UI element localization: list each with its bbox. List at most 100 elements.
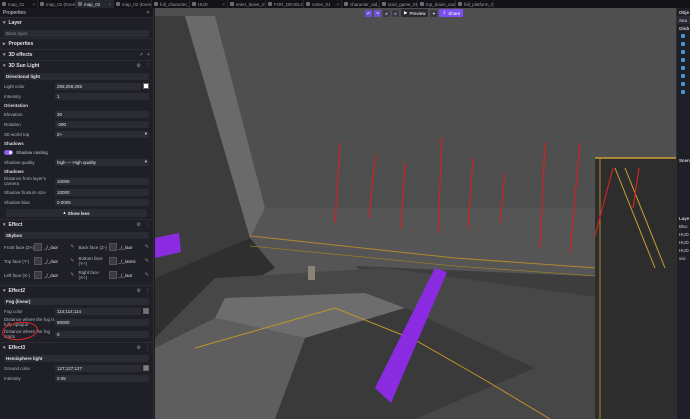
object-list-item[interactable]	[677, 48, 690, 56]
more-icon[interactable]: ⋮	[145, 345, 150, 351]
properties-section-header[interactable]: ▸ Properties	[0, 38, 153, 49]
zoom-icon[interactable]: ⌕	[392, 9, 399, 17]
object-list-item[interactable]	[677, 40, 690, 48]
scene-tab[interactable]: map_01 ×	[0, 0, 38, 8]
layer-list-item[interactable]: HUD	[677, 238, 690, 246]
fog-color-swatch[interactable]	[143, 308, 149, 314]
distance-camera-input[interactable]: 10000	[55, 177, 149, 185]
object-list-item[interactable]	[677, 32, 690, 40]
external-link-icon[interactable]: ↗	[139, 52, 143, 58]
edit-icon[interactable]: ✎	[70, 244, 74, 250]
layer-section-header[interactable]: ▾ Layer	[0, 17, 153, 28]
hemisphere-type-select[interactable]: Hemisphere light	[4, 354, 149, 362]
texture-thumbnail[interactable]	[34, 243, 42, 251]
redo-icon[interactable]: ↷	[374, 9, 381, 17]
rotation-input[interactable]: -290	[55, 120, 149, 128]
bias-input[interactable]: 0.0005	[55, 198, 149, 206]
light-color-swatch[interactable]	[143, 83, 149, 89]
texture-thumbnail[interactable]	[108, 271, 117, 279]
fog-color-row: Fog color 114;114;114	[0, 306, 153, 316]
world-top-select[interactable]: Z+ ▾	[55, 130, 149, 138]
grid-icon[interactable]: #	[383, 9, 390, 17]
elevation-label: Elevation	[4, 111, 23, 117]
show-less-button[interactable]: ▴ Show less	[6, 209, 147, 217]
close-tab-icon[interactable]: ×	[107, 2, 111, 7]
object-list-item[interactable]	[677, 72, 690, 80]
scene-tab[interactable]: map_01 (Events)×	[38, 0, 76, 8]
scene-tab[interactable]: notes_01 ×	[304, 0, 342, 8]
edit-icon[interactable]: ✎	[145, 258, 149, 264]
ground-color-input[interactable]: 127;127;127	[55, 364, 141, 372]
settings-icon[interactable]: ⚙	[137, 222, 141, 228]
texture-thumbnail[interactable]	[34, 271, 42, 279]
texture-thumbnail[interactable]	[34, 257, 42, 265]
scene-tab[interactable]: fall_platform_01×	[456, 0, 494, 8]
frustum-input[interactable]: 10000	[55, 188, 149, 196]
preview-button[interactable]: ▶ Preview	[401, 9, 429, 17]
settings-icon[interactable]: ⚙	[137, 63, 141, 69]
elevation-input[interactable]: 30	[55, 110, 149, 118]
objects-search-input[interactable]: Sea	[677, 16, 690, 24]
close-tab-icon[interactable]: ×	[221, 2, 225, 7]
fog-effect-header[interactable]: ▾ Effect2 ⚙ ⋮	[0, 285, 153, 296]
light-type-select[interactable]: Directional light	[4, 72, 149, 80]
fog-color-input[interactable]: 114;114;114	[55, 307, 141, 315]
layer-list-item[interactable]: HUD	[677, 246, 690, 254]
skybox-face-label: Left face (X-)	[4, 272, 31, 278]
settings-icon[interactable]: ⚙	[137, 288, 141, 294]
add-icon[interactable]: +	[147, 52, 150, 58]
object-list-item[interactable]	[677, 88, 690, 96]
more-icon[interactable]: ⋮	[145, 288, 150, 294]
layer-list-item[interactable]: Bloc	[677, 222, 690, 230]
fog-type-select[interactable]: Fog (linear)	[4, 297, 149, 305]
undo-icon[interactable]: ↶	[365, 9, 372, 17]
fog-opaque-input[interactable]: 90000	[55, 318, 149, 326]
scene-tab[interactable]: character_aid_...×	[342, 0, 380, 8]
object-list-item[interactable]	[677, 64, 690, 72]
object-list-item[interactable]	[677, 56, 690, 64]
sun-light-effect-header[interactable]: ▾ 3D Sun Light ⚙ ⋮	[0, 60, 153, 71]
debug-icon[interactable]: ✦	[430, 9, 438, 17]
close-tab-icon[interactable]: ×	[31, 2, 35, 7]
scene-tab[interactable]: map_02 ×	[76, 0, 114, 8]
scene-tab[interactable]: map_02 (Events)×	[114, 0, 152, 8]
settings-icon[interactable]: ⚙	[137, 345, 141, 351]
more-icon[interactable]: ⋮	[145, 222, 150, 228]
scene-icon	[78, 2, 82, 6]
fog-starts-input[interactable]: 0	[55, 330, 149, 338]
edit-icon[interactable]: ✎	[145, 244, 149, 250]
light-color-input[interactable]: 255;255;255	[55, 82, 141, 90]
scene-tab[interactable]: full_character_...×	[152, 0, 190, 8]
scene-tab[interactable]: start_game_01×	[380, 0, 418, 8]
fog-starts-row: Distance where the fog starts 0	[0, 328, 153, 340]
scene-tab[interactable]: top_down_cam...×	[418, 0, 456, 8]
shadow-casting-row: Shadow casting	[0, 147, 153, 157]
close-tab-icon[interactable]: ×	[335, 2, 339, 7]
intensity-input[interactable]: 1	[55, 92, 149, 100]
skybox-effect-header[interactable]: ▾ Effect ⚙ ⋮	[0, 219, 153, 230]
layer-name-input[interactable]: Base layer	[4, 29, 149, 37]
share-button[interactable]: ⇪ Share	[439, 9, 464, 17]
object-list-item[interactable]	[677, 80, 690, 88]
objects-panel: Obje Sea Glob Scen Laye Bloc HUD HUD HUD vis…	[676, 8, 690, 419]
ground-color-swatch[interactable]	[143, 365, 149, 371]
texture-thumbnail[interactable]	[108, 257, 117, 265]
edit-icon[interactable]: ✎	[70, 258, 74, 264]
hemi-intensity-input[interactable]: 0.05	[55, 374, 149, 382]
scene-tab[interactable]: FOR_DEVELOPER×	[266, 0, 304, 8]
hemisphere-effect-header[interactable]: ▾ Effect3 ⚙ ⋮	[0, 342, 153, 353]
more-icon[interactable]: ⋮	[145, 63, 150, 69]
scene-viewport[interactable]: ↶ ↷ # ⌕ ▶ Preview ✦ ⇪ Share	[155, 8, 676, 419]
layer-list-item[interactable]: HUD	[677, 230, 690, 238]
edit-icon[interactable]: ✎	[70, 272, 74, 278]
close-icon[interactable]: ✕	[146, 10, 150, 16]
scene-tab[interactable]: enter_leave_m...×	[228, 0, 266, 8]
texture-thumbnail[interactable]	[108, 243, 117, 251]
effects-section-header[interactable]: ▾ 3D effects ↗ +	[0, 49, 153, 60]
scene-tab[interactable]: HUD ×	[190, 0, 228, 8]
edit-icon[interactable]: ✎	[145, 272, 149, 278]
shadow-casting-toggle[interactable]	[4, 149, 13, 155]
layer-list-item[interactable]: visi	[677, 254, 690, 262]
shadow-quality-select[interactable]: high — High quality ▾	[55, 158, 149, 166]
skybox-type-select[interactable]: Skybox	[4, 231, 149, 239]
